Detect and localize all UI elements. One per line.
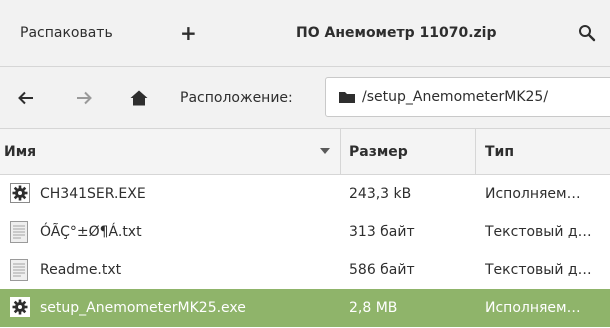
arrow-left-icon (18, 91, 33, 104)
file-row[interactable]: CH341SER.EXE 243,3 kB Исполняем… (0, 175, 610, 213)
file-list: CH341SER.EXE 243,3 kB Исполняем… ÓÃÇ°±Ø¶… (0, 175, 610, 327)
column-header-type[interactable]: Тип (477, 129, 610, 174)
file-name: Readme.txt (40, 262, 122, 278)
home-icon (130, 90, 148, 105)
file-size: 2,8 MB (349, 300, 398, 316)
extract-button[interactable]: Распаковать (20, 0, 113, 66)
location-path-field[interactable]: /setup_AnemometerMK25/ (325, 77, 610, 117)
location-label: Расположение: (180, 89, 293, 106)
search-icon (579, 25, 596, 42)
file-type: Текстовый д… (485, 224, 592, 240)
column-header-size-label: Размер (349, 143, 408, 160)
text-file-icon (10, 259, 30, 281)
search-button[interactable] (578, 0, 596, 66)
column-header-name-label: Имя (4, 143, 37, 160)
forward-button[interactable] (76, 67, 92, 128)
folder-icon (338, 90, 356, 104)
column-header-name[interactable]: Имя (0, 129, 341, 174)
column-header-type-label: Тип (485, 143, 515, 160)
archive-manager-window: Распаковать + ПО Анемометр 11070.zip Рас… (0, 0, 610, 328)
location-bar: Расположение: /setup_AnemometerMK25/ (0, 67, 610, 129)
arrow-right-icon (77, 91, 92, 104)
file-type: Исполняем… (485, 186, 581, 202)
location-path-text: /setup_AnemometerMK25/ (362, 89, 549, 105)
sort-descending-icon (320, 148, 330, 154)
file-row[interactable]: ÓÃÇ°±Ø¶Á.txt 313 байт Текстовый д… (0, 213, 610, 251)
column-header-row: Имя Размер Тип (0, 129, 610, 175)
file-type: Исполняем… (485, 300, 581, 316)
header-bar: Распаковать + ПО Анемометр 11070.zip (0, 0, 610, 67)
file-size: 243,3 kB (349, 186, 412, 202)
add-files-button[interactable]: + (180, 0, 197, 66)
executable-icon (10, 183, 30, 205)
executable-icon (10, 297, 30, 319)
file-name: ÓÃÇ°±Ø¶Á.txt (40, 224, 142, 240)
file-size: 313 байт (349, 224, 415, 240)
text-file-icon (10, 221, 30, 243)
file-name: setup_AnemometerMK25.exe (40, 300, 246, 316)
window-title: ПО Анемометр 11070.zip (296, 25, 497, 41)
back-button[interactable] (18, 67, 34, 128)
home-button[interactable] (130, 67, 148, 128)
file-row-selected[interactable]: setup_AnemometerMK25.exe 2,8 MB Исполняе… (0, 289, 610, 327)
column-header-size[interactable]: Размер (342, 129, 476, 174)
file-name: CH341SER.EXE (40, 186, 146, 202)
file-row[interactable]: Readme.txt 586 байт Текстовый д… (0, 251, 610, 289)
file-size: 586 байт (349, 262, 415, 278)
file-type: Текстовый д… (485, 262, 592, 278)
